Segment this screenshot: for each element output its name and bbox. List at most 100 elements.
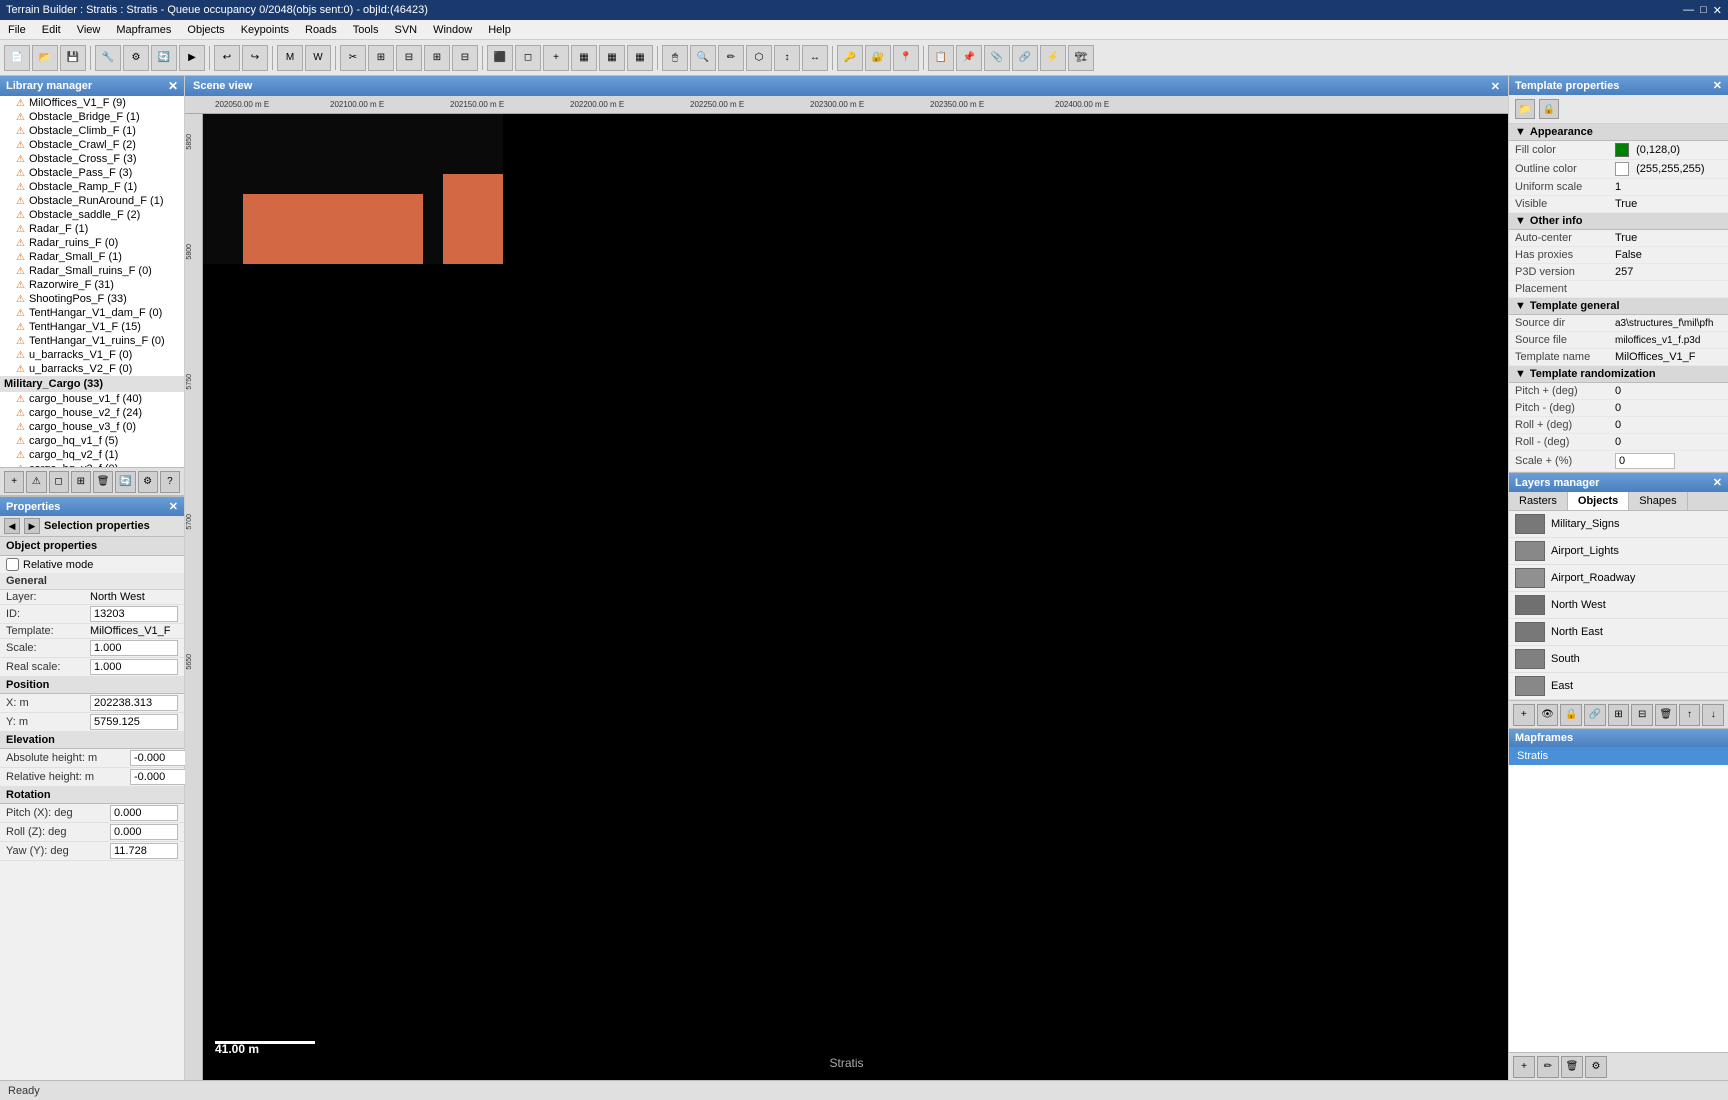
lib-item-cargo-house-v3[interactable]: ⚠ cargo_house_v3_f (0) [0, 420, 184, 434]
layer-item-airport-roadway[interactable]: Airport_Roadway [1509, 565, 1728, 592]
mapframes-tb-del[interactable]: 🗑 [1561, 1056, 1583, 1078]
scale-input[interactable] [90, 640, 178, 656]
layers-tab-objects[interactable]: Objects [1568, 492, 1629, 510]
fill-color-box[interactable] [1615, 143, 1629, 157]
toolbar-new[interactable]: 📄 [4, 45, 30, 71]
layers-tab-rasters[interactable]: Rasters [1509, 492, 1568, 510]
outline-color-box[interactable] [1615, 162, 1629, 176]
lib-item-tenthangar-ruins[interactable]: ⚠ TentHangar_V1_ruins_F (0) [0, 334, 184, 348]
mapframes-tb-settings[interactable]: ⚙ [1585, 1056, 1607, 1078]
layers-manager-close[interactable]: ✕ [1713, 476, 1722, 489]
scene-canvas[interactable]: 202050.00 m E 202100.00 m E 202150.00 m … [185, 96, 1508, 1080]
layer-item-north-west[interactable]: North West [1509, 592, 1728, 619]
lib-item-obstacle-cross[interactable]: ⚠ Obstacle_Cross_F (3) [0, 152, 184, 166]
menu-help[interactable]: Help [484, 22, 515, 38]
toolbar-btn9[interactable]: ✂ [340, 45, 366, 71]
lib-tb-del[interactable]: 🗑 [93, 471, 113, 493]
mapframes-tb-add[interactable]: + [1513, 1056, 1535, 1078]
toolbar-btn16[interactable]: + [543, 45, 569, 71]
toolbar-btn15[interactable]: ◻ [515, 45, 541, 71]
lib-tb-help[interactable]: ? [160, 471, 180, 493]
scale-plus-input[interactable] [1615, 453, 1675, 469]
layers-tb-link[interactable]: 🔗 [1584, 704, 1606, 726]
lib-item-obstacle-crawl[interactable]: ⚠ Obstacle_Crawl_F (2) [0, 138, 184, 152]
absheight-input[interactable] [130, 750, 190, 766]
lib-item-obstacle-runaround[interactable]: ⚠ Obstacle_RunAround_F (1) [0, 194, 184, 208]
lib-tb-group[interactable]: ⊞ [71, 471, 91, 493]
realscale-input[interactable] [90, 659, 178, 675]
lib-item-obstacle-pass[interactable]: ⚠ Obstacle_Pass_F (3) [0, 166, 184, 180]
layer-item-military-signs[interactable]: Military_Signs [1509, 511, 1728, 538]
toolbar-btn7[interactable]: M [277, 45, 303, 71]
properties-close[interactable]: ✕ [169, 500, 178, 513]
layer-item-airport-lights[interactable]: Airport_Lights [1509, 538, 1728, 565]
roll-input[interactable] [110, 824, 178, 840]
toolbar-btn22[interactable]: ✏ [718, 45, 744, 71]
lib-item-radar-ruins[interactable]: ⚠ Radar_ruins_F (0) [0, 236, 184, 250]
toolbar-btn24[interactable]: ↕ [774, 45, 800, 71]
lib-item-cargo-house-v2[interactable]: ⚠ cargo_house_v2_f (24) [0, 406, 184, 420]
toolbar-save[interactable]: 💾 [60, 45, 86, 71]
layers-tb-up[interactable]: ↑ [1679, 704, 1701, 726]
toolbar-btn8[interactable]: W [305, 45, 331, 71]
mapframes-tb-edit[interactable]: ✏ [1537, 1056, 1559, 1078]
menu-view[interactable]: View [73, 22, 105, 38]
map-svg[interactable] [203, 114, 503, 264]
relheight-input[interactable] [130, 769, 190, 785]
toolbar-btn29[interactable]: 📋 [928, 45, 954, 71]
layer-item-east[interactable]: East [1509, 673, 1728, 700]
menu-mapframes[interactable]: Mapframes [112, 22, 175, 38]
lib-item-radar-small[interactable]: ⚠ Radar_Small_F (1) [0, 250, 184, 264]
x-input[interactable] [90, 695, 178, 711]
layers-tb-merge[interactable]: ⊞ [1608, 704, 1630, 726]
lib-item-obstacle-climb[interactable]: ⚠ Obstacle_Climb_F (1) [0, 124, 184, 138]
toolbar-btn31[interactable]: 📎 [984, 45, 1010, 71]
lib-item-radar-small-ruins[interactable]: ⚠ Radar_Small_ruins_F (0) [0, 264, 184, 278]
maximize-btn[interactable]: □ [1700, 4, 1707, 17]
menu-edit[interactable]: Edit [38, 22, 65, 38]
toolbar-btn13[interactable]: ⊟ [452, 45, 478, 71]
layers-tb-unlink[interactable]: ⊟ [1631, 704, 1653, 726]
toolbar-open[interactable]: 📂 [32, 45, 58, 71]
toolbar-btn4[interactable]: ▶ [179, 45, 205, 71]
lib-item-miloffices[interactable]: ⚠ MilOffices_V1_F (9) [0, 96, 184, 110]
lib-item-razorwire[interactable]: ⚠ Razorwire_F (31) [0, 278, 184, 292]
menu-window[interactable]: Window [429, 22, 476, 38]
lib-item-obstacle-saddle[interactable]: ⚠ Obstacle_saddle_F (2) [0, 208, 184, 222]
lib-item-ubarracks-v2[interactable]: ⚠ u_barracks_V2_F (0) [0, 362, 184, 376]
toolbar-btn14[interactable]: ⬛ [487, 45, 513, 71]
toolbar-btn18[interactable]: ▦ [599, 45, 625, 71]
library-manager-close[interactable]: ✕ [168, 79, 178, 93]
y-input[interactable] [90, 714, 178, 730]
pitch-input[interactable] [110, 805, 178, 821]
scene-view-close[interactable]: ✕ [1491, 80, 1500, 93]
toolbar-btn19[interactable]: ▦ [627, 45, 653, 71]
toolbar-btn32[interactable]: 🔗 [1012, 45, 1038, 71]
mapframe-stratis[interactable]: Stratis [1509, 747, 1728, 765]
lib-item-ubarracks-v1[interactable]: ⚠ u_barracks_V1_F (0) [0, 348, 184, 362]
lib-tb-add[interactable]: + [4, 471, 24, 493]
menu-svn[interactable]: SVN [390, 22, 421, 38]
menu-keypoints[interactable]: Keypoints [237, 22, 293, 38]
lib-tb-refresh[interactable]: 🔄 [115, 471, 135, 493]
relative-mode-checkbox[interactable] [6, 558, 19, 571]
layers-tab-shapes[interactable]: Shapes [1629, 492, 1687, 510]
lib-item-obstacle-bridge[interactable]: ⚠ Obstacle_Bridge_F (1) [0, 110, 184, 124]
layers-tb-del[interactable]: 🗑 [1655, 704, 1677, 726]
lib-item-cargo-hq-v2[interactable]: ⚠ cargo_hq_v2_f (1) [0, 448, 184, 462]
layers-tb-eye[interactable]: 👁 [1537, 704, 1559, 726]
lib-tb-settings[interactable]: ⚙ [138, 471, 158, 493]
toolbar-btn11[interactable]: ⊟ [396, 45, 422, 71]
toolbar-btn10[interactable]: ⊞ [368, 45, 394, 71]
layers-tb-down[interactable]: ↓ [1702, 704, 1724, 726]
lib-item-cargo-house-v1[interactable]: ⚠ cargo_house_v1_f (40) [0, 392, 184, 406]
menu-roads[interactable]: Roads [301, 22, 341, 38]
toolbar-btn28[interactable]: 📍 [893, 45, 919, 71]
toolbar-btn3[interactable]: 🔄 [151, 45, 177, 71]
lib-item-cargo-hq-v1[interactable]: ⚠ cargo_hq_v1_f (5) [0, 434, 184, 448]
toolbar-btn2[interactable]: ⚙ [123, 45, 149, 71]
menu-objects[interactable]: Objects [183, 22, 228, 38]
lib-item-tenthangar-dam[interactable]: ⚠ TentHangar_V1_dam_F (0) [0, 306, 184, 320]
lib-item-radar[interactable]: ⚠ Radar_F (1) [0, 222, 184, 236]
props-prev[interactable]: ◀ [4, 518, 20, 534]
